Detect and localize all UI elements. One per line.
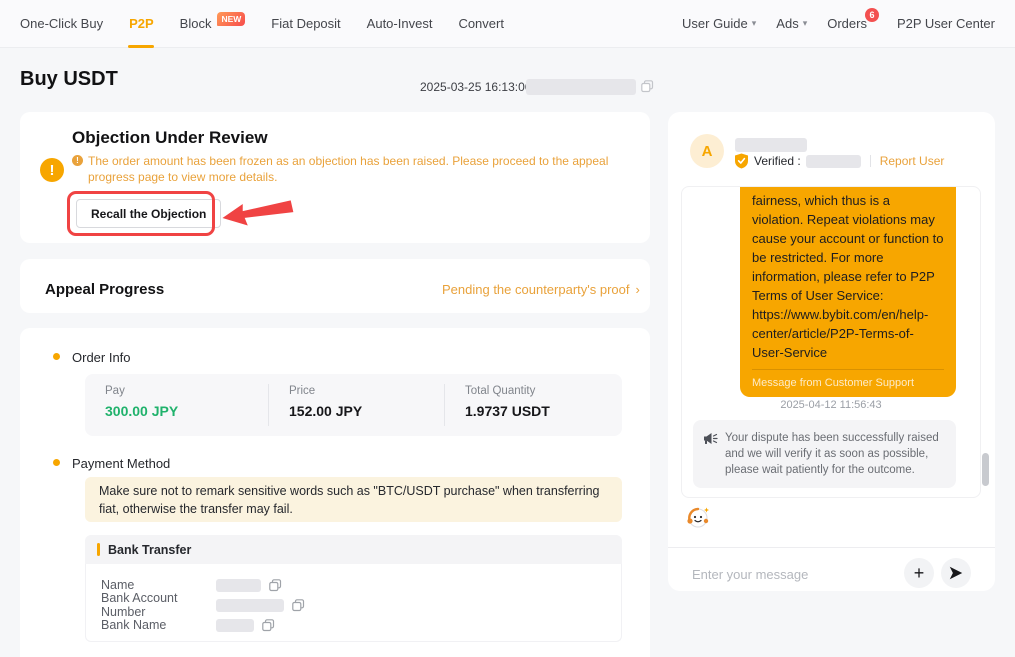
payment-method-bullet	[53, 459, 60, 466]
verified-shield-icon	[734, 153, 749, 169]
field-value: 300.00 JPY	[105, 403, 268, 419]
divider	[870, 155, 871, 167]
bank-row-value	[216, 619, 275, 632]
nav-orders[interactable]: Orders 6	[827, 0, 867, 48]
nav-user-guide[interactable]: User Guide ▾	[682, 0, 756, 48]
redacted-value	[216, 599, 284, 612]
order-timestamp: 2025-03-25 16:13:06	[420, 80, 531, 94]
bank-transfer-box: Bank Transfer Name Bank Account Number	[85, 535, 622, 642]
support-bot-emoji-icon[interactable]	[685, 504, 711, 530]
system-message-text: Your dispute has been successfully raise…	[725, 430, 944, 478]
bank-transfer-body: Name Bank Account Number	[85, 564, 622, 642]
nav-convert[interactable]: Convert	[458, 0, 504, 48]
nav-p2p-user-center[interactable]: P2P User Center	[897, 0, 995, 48]
warning-exclamation-icon: !	[40, 158, 64, 182]
appeal-status-text: Pending the counterparty's proof	[442, 282, 630, 297]
order-field-pay: Pay 300.00 JPY	[85, 374, 268, 436]
objection-message-text: The order amount has been frozen as an o…	[88, 153, 620, 185]
bank-row-bank-name: Bank Name	[101, 615, 621, 635]
payment-notice: Make sure not to remark sensitive words …	[85, 477, 622, 522]
nav-ads[interactable]: Ads ▾	[776, 0, 807, 48]
bank-row-value	[216, 599, 305, 612]
field-value: 1.9737 USDT	[465, 403, 622, 419]
nav-one-click-buy[interactable]: One-Click Buy	[20, 0, 103, 48]
p2p-order-page: One-Click Buy P2P Block NEW Fiat Deposit…	[0, 0, 1015, 657]
order-info-strip: Pay 300.00 JPY Price 152.00 JPY Total Qu…	[85, 374, 622, 436]
appeal-progress-title: Appeal Progress	[45, 281, 164, 298]
verified-value-redacted	[806, 155, 861, 168]
chat-timestamp: 2025-04-12 11:56:43	[682, 399, 980, 411]
chat-scrollbar[interactable]	[982, 453, 989, 486]
order-number-redacted	[526, 79, 636, 95]
field-value: 152.00 JPY	[289, 403, 444, 419]
divider	[668, 547, 995, 548]
chat-panel: A Verified : Report User fairness, which…	[668, 112, 995, 591]
nav-left-group: One-Click Buy P2P Block NEW Fiat Deposit…	[20, 0, 504, 48]
counterparty-name-redacted	[735, 138, 807, 152]
bank-transfer-header: Bank Transfer	[85, 535, 622, 564]
system-message-bubble: Your dispute has been successfully raise…	[693, 420, 956, 488]
field-label: Total Quantity	[465, 385, 622, 397]
info-icon: !	[72, 155, 83, 166]
order-info-label: Order Info	[72, 350, 131, 365]
nav-orders-label: Orders	[827, 16, 867, 31]
support-message-text: fairness, which thus is a violation. Rep…	[752, 191, 944, 362]
top-nav: One-Click Buy P2P Block NEW Fiat Deposit…	[0, 0, 1015, 48]
payment-notice-text: Make sure not to remark sensitive words …	[99, 482, 608, 518]
bank-row-value	[216, 579, 282, 592]
field-label: Pay	[105, 385, 268, 397]
send-message-button[interactable]	[941, 558, 971, 588]
recall-objection-button[interactable]: Recall the Objection	[76, 199, 221, 228]
order-info-bullet	[53, 353, 60, 360]
bank-row-account-number: Bank Account Number	[101, 595, 621, 615]
objection-title: Objection Under Review	[72, 128, 268, 148]
payment-method-label: Payment Method	[72, 456, 170, 471]
chat-messages-area[interactable]: fairness, which thus is a violation. Rep…	[681, 186, 981, 498]
accent-bar	[97, 543, 100, 556]
nav-block-label: Block	[180, 16, 212, 31]
order-field-total-quantity: Total Quantity 1.9737 USDT	[445, 374, 622, 436]
bank-row-label: Bank Name	[101, 618, 216, 632]
annotation-arrow-icon	[221, 196, 295, 228]
chevron-right-icon: ›	[636, 282, 640, 297]
nav-fiat-deposit[interactable]: Fiat Deposit	[271, 0, 340, 48]
copy-icon[interactable]	[269, 579, 282, 592]
caret-down-icon: ▾	[803, 18, 808, 29]
field-label: Price	[289, 385, 444, 397]
send-icon	[948, 565, 964, 581]
megaphone-icon	[703, 431, 718, 446]
attach-plus-button[interactable]: +	[904, 558, 934, 588]
chat-message-input[interactable]	[692, 562, 882, 586]
objection-message: ! The order amount has been frozen as an…	[72, 153, 620, 185]
new-badge: NEW	[217, 12, 245, 26]
copy-icon[interactable]	[292, 599, 305, 612]
verified-label: Verified :	[754, 154, 801, 168]
order-field-price: Price 152.00 JPY	[269, 374, 444, 436]
copy-icon[interactable]	[262, 619, 275, 632]
page-title: Buy USDT	[20, 68, 118, 91]
support-message-bubble: fairness, which thus is a violation. Rep…	[740, 187, 956, 397]
support-message-footer: Message from Customer Support	[752, 369, 944, 389]
nav-ads-label: Ads	[776, 16, 798, 31]
bank-row-label: Name	[101, 578, 216, 592]
avatar[interactable]: A	[690, 134, 724, 168]
report-user-link[interactable]: Report User	[880, 154, 945, 168]
nav-right-group: User Guide ▾ Ads ▾ Orders 6 P2P User Cen…	[682, 0, 995, 48]
bank-row-label: Bank Account Number	[101, 591, 216, 619]
bank-transfer-title: Bank Transfer	[108, 543, 191, 557]
redacted-value	[216, 579, 261, 592]
appeal-status-link[interactable]: Pending the counterparty's proof ›	[442, 282, 640, 297]
verified-row: Verified : Report User	[734, 153, 944, 169]
copy-icon[interactable]	[641, 80, 654, 93]
orders-count-badge: 6	[865, 8, 879, 22]
nav-p2p[interactable]: P2P	[129, 0, 154, 48]
nav-auto-invest[interactable]: Auto-Invest	[367, 0, 433, 48]
nav-user-guide-label: User Guide	[682, 16, 748, 31]
caret-down-icon: ▾	[752, 18, 757, 29]
redacted-value	[216, 619, 254, 632]
nav-block[interactable]: Block NEW	[180, 0, 246, 48]
